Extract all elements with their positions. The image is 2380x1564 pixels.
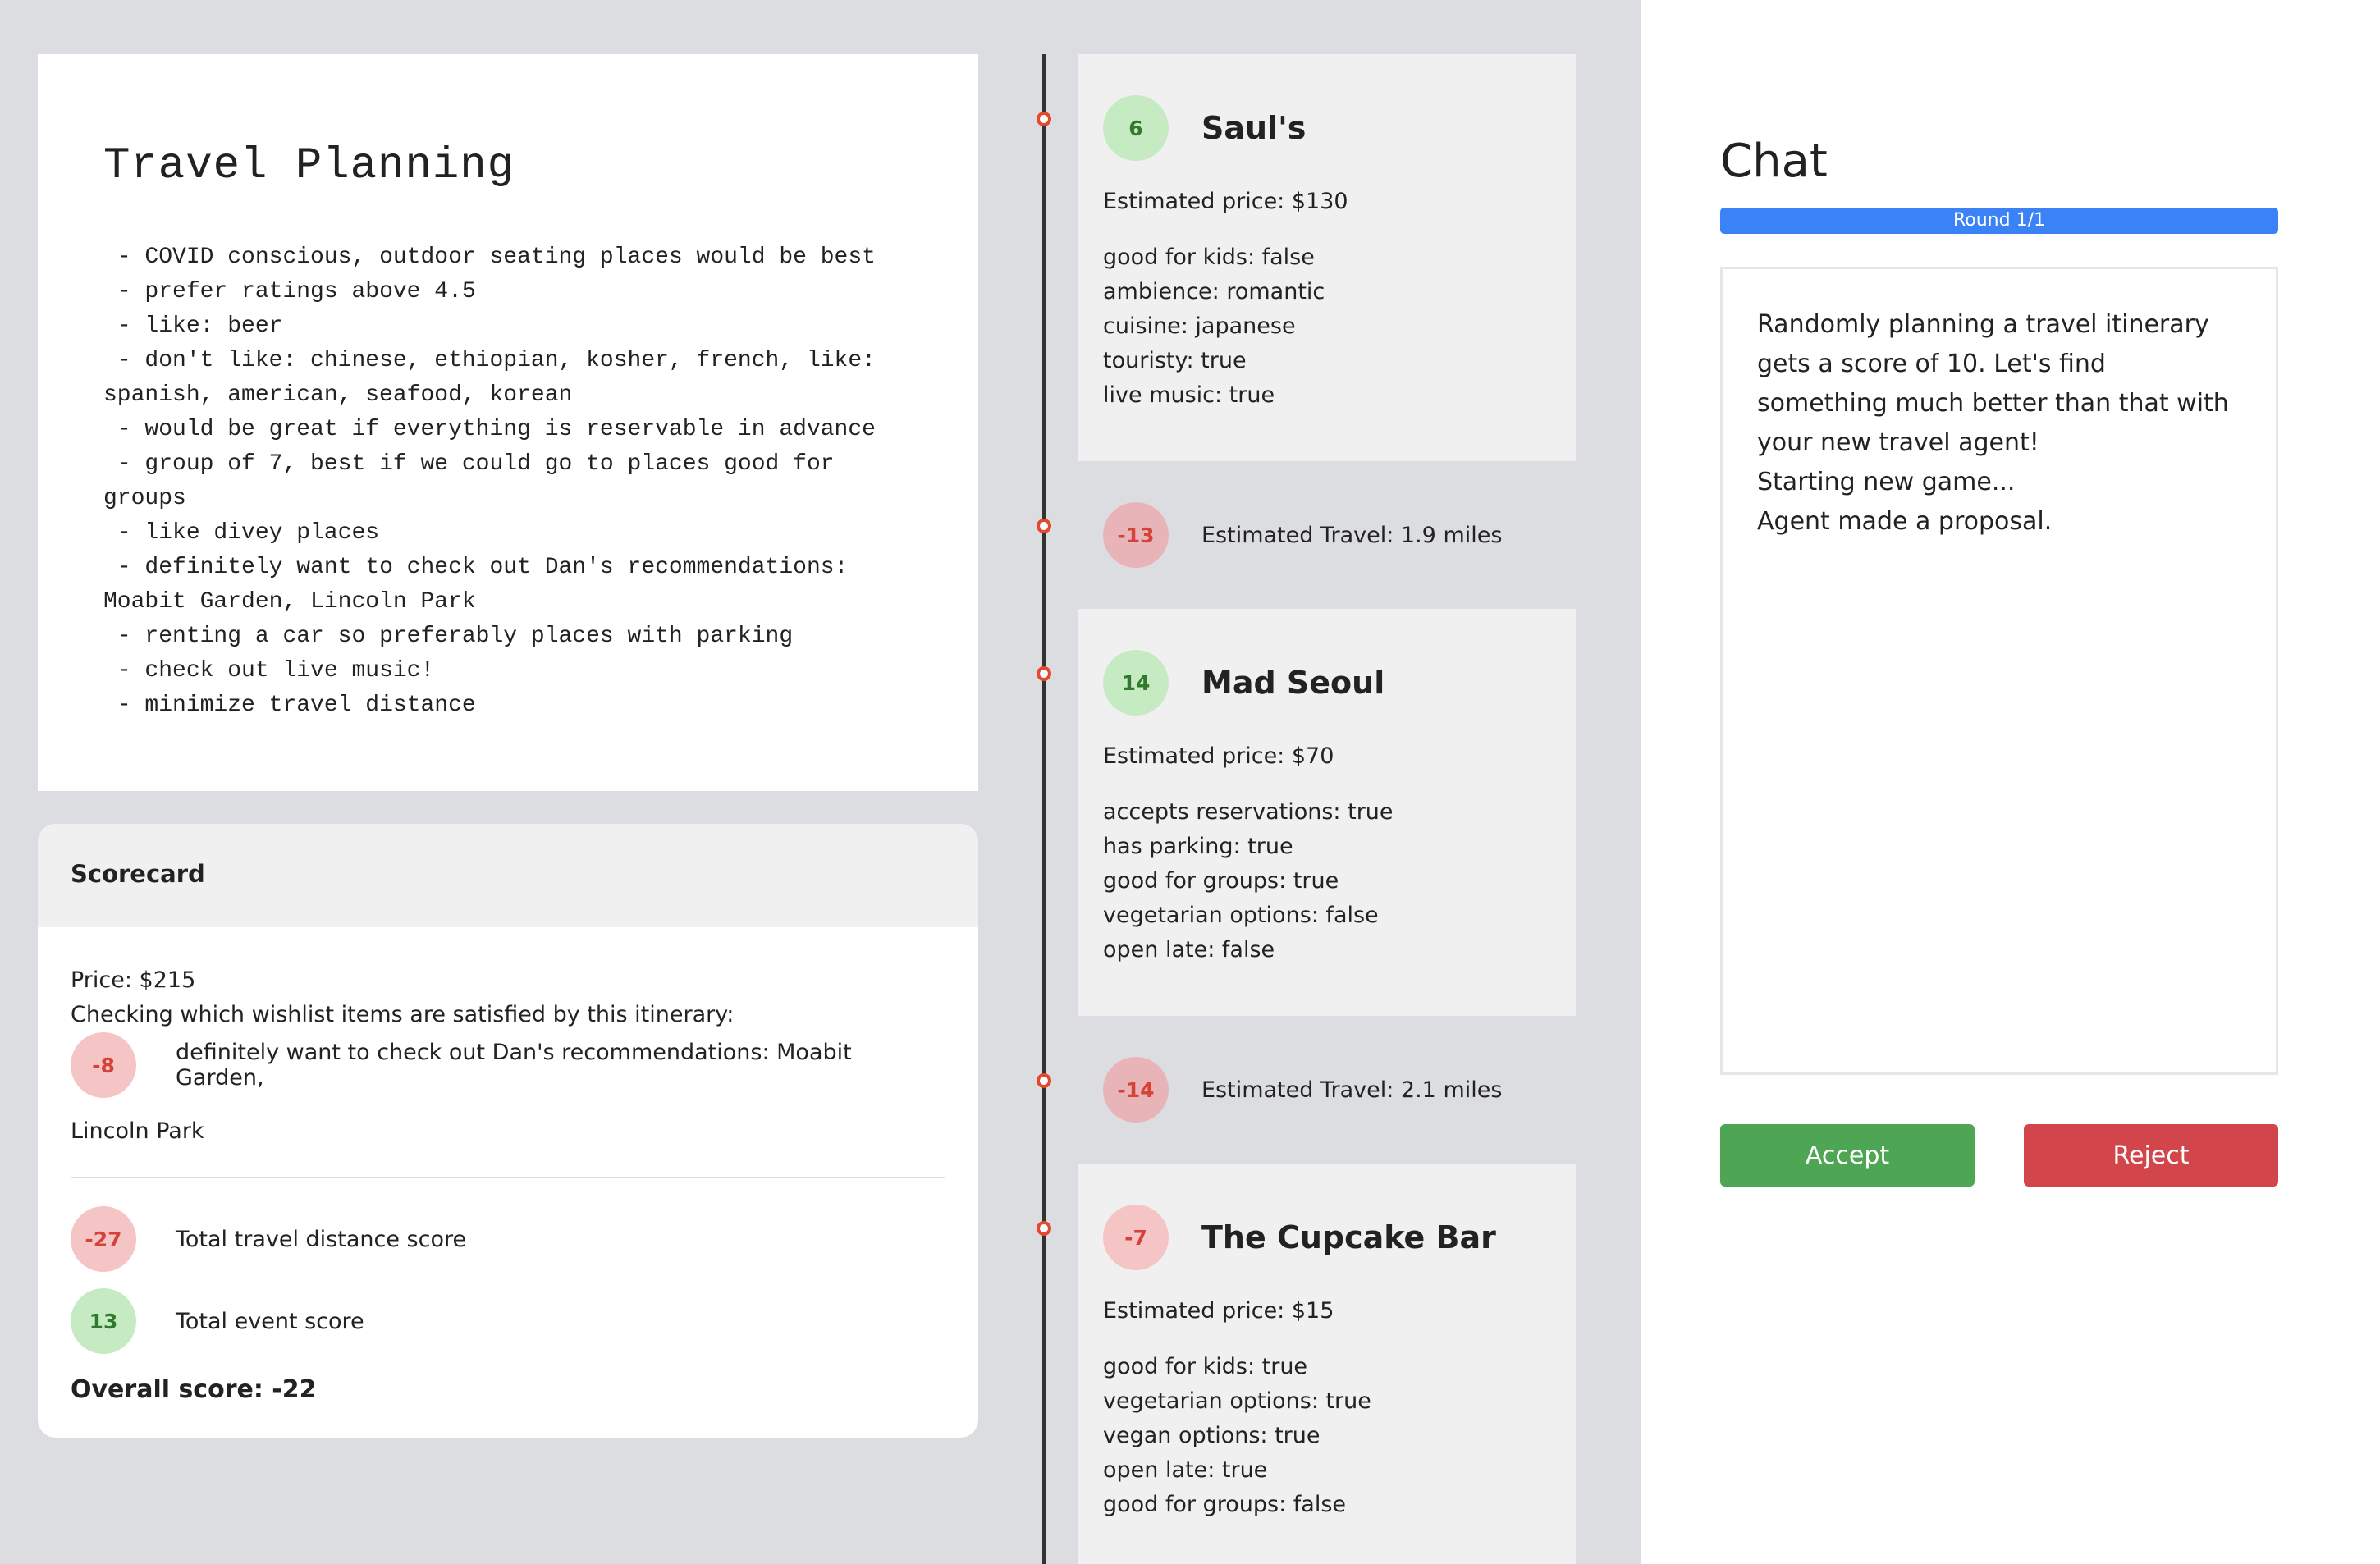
timeline-dot: [1037, 519, 1051, 533]
travel-score-badge: -27: [71, 1206, 136, 1272]
event-attribute: good for kids: true: [1103, 1354, 1308, 1379]
event-attribute: live music: true: [1103, 382, 1275, 408]
event-name: Mad Seoul: [1201, 665, 1385, 701]
chat-title: Chat: [1720, 135, 1828, 188]
timeline-line: [1042, 54, 1046, 1564]
travel-planning-card: Travel Planning - COVID conscious, outdo…: [38, 54, 978, 791]
preference-item: - renting a car so preferably places wit…: [103, 624, 794, 649]
event-attribute: open late: false: [1103, 937, 1275, 963]
event-attribute: has parking: true: [1103, 834, 1293, 859]
event-score-badge: 6: [1103, 95, 1169, 161]
preference-item: - minimize travel distance: [103, 693, 476, 718]
event-header: -7 The Cupcake Bar: [1103, 1205, 1551, 1270]
travel-score-row: -27 Total travel distance score: [71, 1206, 945, 1272]
event-attribute: ambience: romantic: [1103, 279, 1325, 304]
chat-panel: Chat Round 1/1 Randomly planning a trave…: [1641, 0, 2380, 1564]
timeline-dot: [1037, 1221, 1051, 1236]
preference-item: - COVID conscious, outdoor seating place…: [103, 245, 876, 270]
chat-message: Starting new game...: [1757, 468, 2016, 496]
reject-button[interactable]: Reject: [2024, 1124, 2278, 1187]
travel-segment: -13 Estimated Travel: 1.9 miles: [1103, 502, 1502, 568]
event-price: Estimated price: $70: [1103, 743, 1334, 769]
event-card: 14 Mad Seoul Estimated price: $70 accept…: [1078, 609, 1576, 1016]
wishlist-text-continued: Lincoln Park: [71, 1118, 204, 1144]
event-score-label: Total event score: [176, 1308, 364, 1334]
event-attribute: vegetarian options: true: [1103, 1388, 1371, 1414]
event-score-badge: -7: [1103, 1205, 1169, 1270]
wishlist-row: -8 definitely want to check out Dan's re…: [71, 1032, 945, 1098]
travel-segment: -14 Estimated Travel: 2.1 miles: [1103, 1057, 1502, 1123]
timeline-dot: [1037, 666, 1051, 681]
scorecard-title: Scorecard: [38, 824, 978, 927]
overall-score: Overall score: -22: [71, 1375, 317, 1404]
scorecard-price: Price: $215: [71, 967, 196, 993]
preferences-list: - COVID conscious, outdoor seating place…: [103, 240, 913, 723]
event-attribute: touristy: true: [1103, 348, 1247, 373]
wishlist-score-badge: -8: [71, 1032, 136, 1098]
scorecard: Scorecard Price: $215 Checking which wis…: [38, 824, 978, 1438]
travel-score-badge: -13: [1103, 502, 1169, 568]
event-card: -7 The Cupcake Bar Estimated price: $15 …: [1078, 1164, 1576, 1564]
preference-item: - like divey places: [103, 520, 380, 546]
event-attribute: vegan options: true: [1103, 1423, 1320, 1448]
event-score-badge: 14: [1103, 650, 1169, 716]
event-card: 6 Saul's Estimated price: $130 good for …: [1078, 54, 1576, 461]
scorecard-body: Price: $215 Checking which wishlist item…: [38, 927, 978, 1404]
event-attribute: good for groups: false: [1103, 1492, 1346, 1517]
travel-score-badge: -14: [1103, 1057, 1169, 1123]
event-attribute: open late: true: [1103, 1457, 1268, 1483]
travel-distance-label: Estimated Travel: 1.9 miles: [1201, 522, 1503, 548]
travel-distance-label: Estimated Travel: 2.1 miles: [1201, 1077, 1503, 1103]
event-attribute: good for groups: true: [1103, 868, 1339, 894]
wishlist-text: definitely want to check out Dan's recom…: [176, 1040, 852, 1091]
event-attributes: good for kids: true vegetarian options: …: [1103, 1350, 1551, 1522]
event-score-badge: 13: [71, 1288, 136, 1354]
event-price: Estimated price: $130: [1103, 189, 1348, 214]
event-attribute: cuisine: japanese: [1103, 313, 1296, 339]
page-title: Travel Planning: [103, 141, 515, 191]
preference-item: - would be great if everything is reserv…: [103, 417, 876, 442]
preference-item: - check out live music!: [103, 658, 435, 684]
event-attribute: good for kids: false: [1103, 245, 1315, 270]
preference-item: - don't like: chinese, ethiopian, kosher…: [103, 348, 890, 408]
timeline-dot: [1037, 112, 1051, 126]
event-attributes: good for kids: false ambience: romantic …: [1103, 240, 1551, 413]
itinerary-area: Travel Planning - COVID conscious, outdo…: [0, 0, 1641, 1564]
event-attribute: accepts reservations: true: [1103, 799, 1394, 825]
event-score-row: 13 Total event score: [71, 1288, 945, 1354]
chat-message: Randomly planning a travel itinerary get…: [1757, 310, 2237, 457]
scorecard-checking-label: Checking which wishlist items are satisf…: [71, 1002, 735, 1027]
round-progress-bar: Round 1/1: [1720, 208, 2278, 234]
accept-button[interactable]: Accept: [1720, 1124, 1975, 1187]
preference-item: - prefer ratings above 4.5: [103, 279, 476, 304]
timeline-dot: [1037, 1073, 1051, 1088]
preference-item: - definitely want to check out Dan's rec…: [103, 555, 863, 615]
preference-item: - like: beer: [103, 313, 283, 339]
chat-message: Agent made a proposal.: [1757, 507, 2053, 536]
travel-score-label: Total travel distance score: [176, 1226, 467, 1252]
event-attributes: accepts reservations: true has parking: …: [1103, 795, 1551, 967]
divider: [71, 1177, 945, 1178]
event-price: Estimated price: $15: [1103, 1298, 1334, 1324]
preference-item: - group of 7, best if we could go to pla…: [103, 451, 849, 511]
event-name: The Cupcake Bar: [1201, 1219, 1496, 1255]
event-header: 6 Saul's: [1103, 95, 1551, 161]
chat-log[interactable]: Randomly planning a travel itinerary get…: [1720, 267, 2278, 1075]
event-name: Saul's: [1201, 110, 1307, 146]
event-attribute: vegetarian options: false: [1103, 903, 1379, 928]
event-header: 14 Mad Seoul: [1103, 650, 1551, 716]
